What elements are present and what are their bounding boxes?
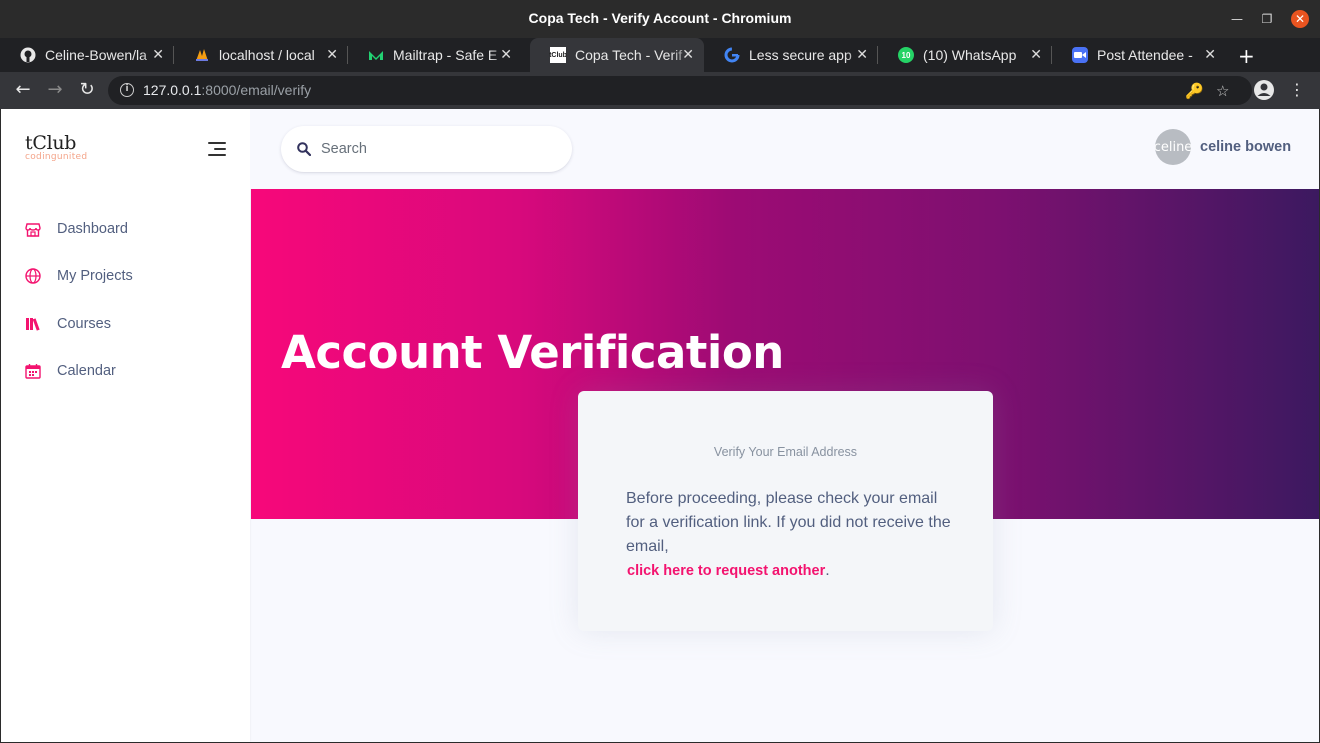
sidebar-item-label: My Projects: [57, 268, 133, 285]
tab-google[interactable]: Less secure app ✕: [704, 38, 878, 72]
card-message: Before proceeding, please check your ema…: [626, 490, 951, 555]
tab-close-icon[interactable]: ✕: [856, 46, 868, 63]
close-window-icon[interactable]: ✕: [1291, 10, 1309, 28]
tab-label: Copa Tech - Verif: [575, 47, 683, 63]
reload-icon[interactable]: ↻: [76, 79, 98, 101]
sidebar-item-courses[interactable]: Courses: [1, 300, 250, 348]
tab-close-icon[interactable]: ✕: [500, 46, 512, 63]
tab-close-icon[interactable]: ✕: [152, 46, 164, 63]
search-input[interactable]: [321, 138, 551, 160]
tab-strip: Celine-Bowen/la ✕ localhost / local ✕ Ma…: [0, 38, 1320, 72]
globe-icon: [24, 267, 42, 285]
tab-copa-tech-active[interactable]: tClub Copa Tech - Verif ✕: [530, 38, 704, 72]
tclub-favicon: tClub: [549, 47, 567, 63]
user-name[interactable]: celine bowen: [1200, 139, 1291, 155]
page-title: Account Verification: [281, 326, 784, 379]
tab-phpmyadmin[interactable]: localhost / local ✕: [174, 38, 348, 72]
card-header: Verify Your Email Address: [713, 445, 858, 459]
sidebar-item-label: Courses: [57, 315, 111, 332]
avatar[interactable]: celine: [1155, 129, 1191, 165]
sidebar-item-label: Calendar: [57, 363, 116, 380]
key-icon[interactable]: 🔑: [1185, 82, 1204, 100]
phpmyadmin-icon: [194, 47, 210, 63]
url-text[interactable]: 127.0.0.1:8000/email/verify: [143, 82, 311, 98]
tab-zoom[interactable]: Post Attendee - ✕: [1052, 38, 1226, 72]
minimize-icon[interactable]: —: [1228, 10, 1246, 28]
tab-label: Less secure app: [749, 47, 852, 63]
top-navbar: celine celine bowen: [250, 109, 1319, 189]
tab-label: localhost / local: [219, 47, 315, 63]
whatsapp-icon: 10: [898, 47, 914, 63]
store-icon: [24, 220, 42, 238]
address-bar[interactable]: i 127.0.0.1:8000/email/verify 🔑 ☆: [108, 76, 1252, 105]
new-tab-icon[interactable]: +: [1238, 44, 1255, 68]
card-body: Before proceeding, please check your ema…: [626, 487, 956, 583]
verify-card: Verify Your Email Address Before proceed…: [578, 391, 993, 631]
sidebar-item-my-projects[interactable]: My Projects: [1, 253, 250, 301]
user-menu[interactable]: celine celine bowen: [1155, 129, 1291, 165]
back-icon[interactable]: ←: [12, 79, 34, 101]
resend-verification-link[interactable]: click here to request another: [627, 559, 825, 583]
tab-mailtrap[interactable]: Mailtrap - Safe E ✕: [348, 38, 522, 72]
sidebar-item-calendar[interactable]: Calendar: [1, 348, 250, 396]
menu-kebab-icon[interactable]: ⋮: [1286, 79, 1308, 101]
tab-label: (10) WhatsApp: [923, 47, 1017, 63]
window-title: Copa Tech - Verify Account - Chromium: [528, 10, 792, 26]
site-info-icon[interactable]: i: [120, 83, 134, 97]
avatar-alt-text: celine: [1155, 139, 1191, 155]
mailtrap-icon: [368, 47, 384, 63]
calendar-icon: [24, 362, 42, 380]
tab-close-icon[interactable]: ✕: [1030, 46, 1042, 63]
zoom-icon: [1072, 47, 1088, 63]
tab-label: Mailtrap - Safe E: [393, 47, 498, 63]
tab-close-icon[interactable]: ✕: [1204, 46, 1216, 63]
tab-label: Post Attendee -: [1097, 47, 1193, 63]
tab-close-icon[interactable]: ✕: [682, 46, 694, 63]
bookmark-star-icon[interactable]: ☆: [1216, 82, 1229, 100]
forward-icon[interactable]: →: [44, 79, 66, 101]
books-icon: [24, 315, 42, 333]
brand-tagline: codingunited: [25, 152, 88, 162]
sidebar-toggle-icon[interactable]: [208, 142, 226, 160]
profile-icon[interactable]: [1253, 79, 1275, 101]
search-bar[interactable]: [281, 126, 572, 172]
google-icon: [724, 47, 740, 63]
brand-logo[interactable]: tClub codingunited: [25, 132, 87, 162]
sidebar-item-dashboard[interactable]: Dashboard: [1, 205, 250, 253]
sidebar: tClub codingunited Dashboard My Projects: [1, 109, 250, 742]
tab-close-icon[interactable]: ✕: [326, 46, 338, 63]
tab-label: Celine-Bowen/la: [45, 47, 147, 63]
github-icon: [20, 47, 36, 63]
maximize-icon[interactable]: ❐: [1258, 10, 1276, 28]
tab-whatsapp[interactable]: 10 (10) WhatsApp ✕: [878, 38, 1052, 72]
sidebar-nav: Dashboard My Projects Courses Calendar: [1, 205, 250, 395]
sidebar-item-label: Dashboard: [57, 220, 128, 237]
browser-toolbar: ← → ↻ i 127.0.0.1:8000/email/verify 🔑 ☆ …: [0, 72, 1320, 109]
brand-name: tClub: [25, 132, 77, 154]
page-viewport: Account Verification tClub codingunited …: [1, 109, 1319, 742]
search-icon: [297, 141, 312, 160]
window-titlebar: Copa Tech - Verify Account - Chromium — …: [0, 0, 1320, 38]
card-suffix: .: [825, 562, 830, 579]
tab-github[interactable]: Celine-Bowen/la ✕: [0, 38, 174, 72]
